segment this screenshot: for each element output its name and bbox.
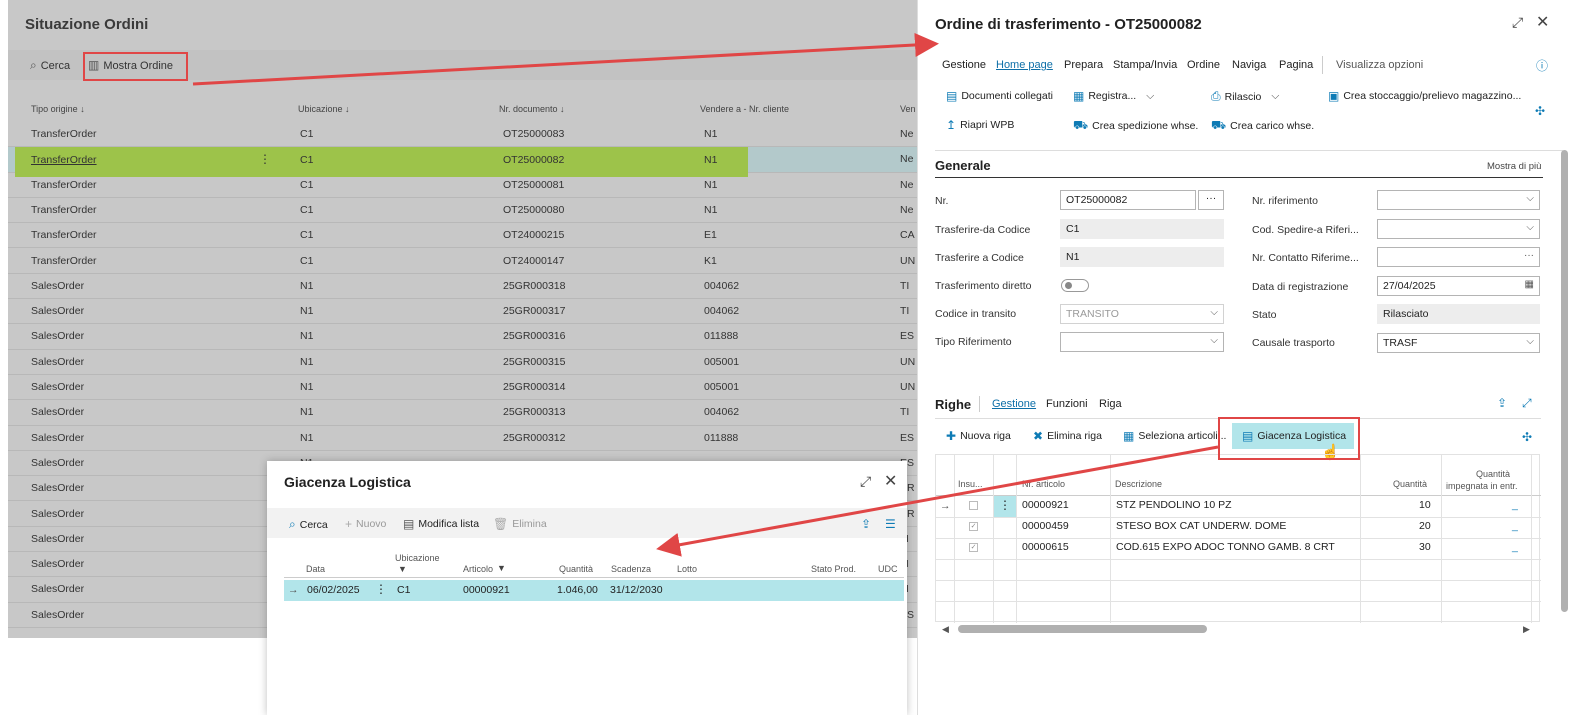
annotation-arrows [192, 32, 1219, 557]
arrow-to-transfer [192, 32, 939, 86]
arrow-to-popup [656, 445, 1219, 557]
